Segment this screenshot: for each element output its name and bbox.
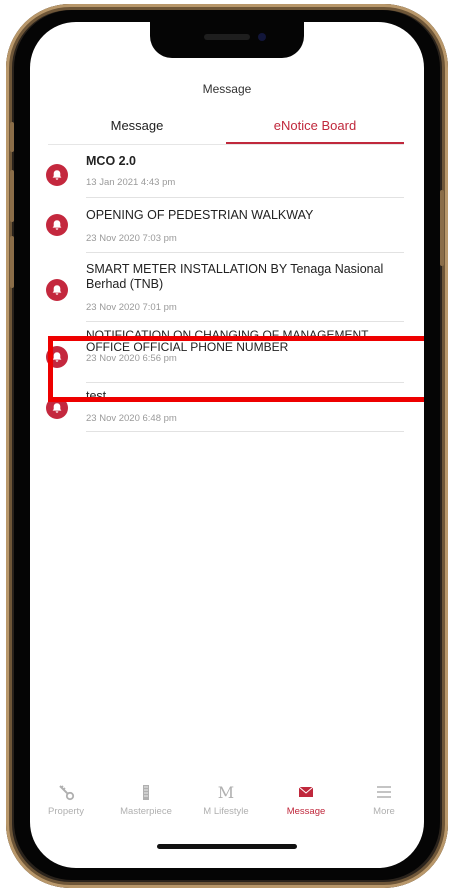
notice-title: OPENING OF PEDESTRIAN WALKWAY (86, 208, 314, 222)
highlight-box (48, 336, 424, 402)
camera-icon (258, 33, 266, 41)
side-button (440, 190, 444, 266)
menu-icon (348, 782, 420, 802)
page-title: Message (202, 82, 252, 96)
nav-message[interactable]: Message (270, 782, 342, 817)
notice-title: MCO 2.0 (86, 154, 137, 168)
speaker-grille (204, 34, 250, 40)
notice-date: 23 Nov 2020 7:01 pm (86, 302, 177, 313)
list-item[interactable]: SMART METER INSTALLATION BY Tenaga Nasio… (46, 253, 404, 322)
tab-divider (48, 144, 404, 145)
notice-date: 23 Nov 2020 6:48 pm (86, 413, 177, 424)
app-screen: Message Message eNotice Board MCO 2.0 13… (30, 22, 424, 868)
nav-m-lifestyle[interactable]: M M Lifestyle (190, 782, 262, 818)
bottom-nav: Property Masterpiece M M Lifestyle Messa… (30, 782, 424, 826)
bell-icon (46, 214, 68, 236)
home-indicator[interactable] (157, 844, 297, 849)
tab-enotice-board[interactable]: eNotice Board (226, 110, 404, 144)
nav-label: Masterpiece (120, 806, 172, 817)
m-logo-icon: M (217, 782, 235, 802)
nav-property[interactable]: Property (30, 782, 102, 817)
notice-date: 23 Nov 2020 7:03 pm (86, 233, 177, 244)
nav-label: Message (286, 806, 326, 817)
key-icon (30, 782, 102, 802)
building-icon (110, 782, 182, 802)
notice-date: 13 Jan 2021 4:43 pm (86, 177, 176, 188)
bell-icon (46, 164, 68, 186)
tab-bar: Message eNotice Board (30, 110, 424, 145)
envelope-icon (270, 782, 342, 802)
nav-more[interactable]: More (348, 782, 420, 817)
nav-label: More (373, 806, 395, 817)
nav-label: Property (48, 806, 84, 817)
notice-title: SMART METER INSTALLATION BY Tenaga Nasio… (86, 262, 384, 291)
nav-masterpiece[interactable]: Masterpiece (110, 782, 182, 817)
notch (150, 22, 304, 58)
tab-message[interactable]: Message (48, 110, 226, 142)
nav-label: M Lifestyle (203, 806, 249, 817)
list-item[interactable]: MCO 2.0 13 Jan 2021 4:43 pm (46, 148, 404, 198)
bell-icon (46, 279, 68, 301)
list-item[interactable]: OPENING OF PEDESTRIAN WALKWAY 23 Nov 202… (46, 198, 404, 253)
